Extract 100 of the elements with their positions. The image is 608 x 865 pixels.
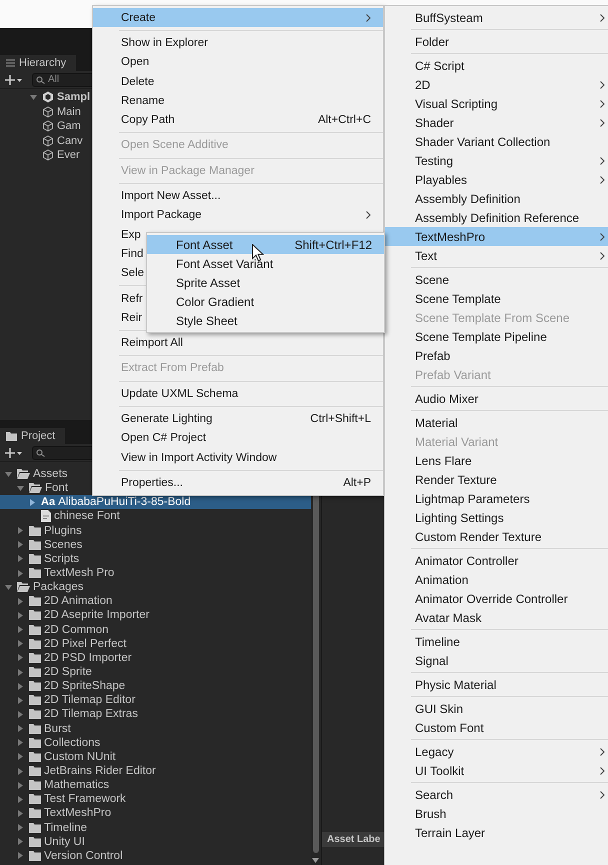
- asset-item[interactable]: Assets: [33, 468, 68, 480]
- menu-item[interactable]: Animation: [385, 570, 608, 589]
- asset-item[interactable]: 2D Aseprite Importer: [44, 609, 150, 622]
- asset-item[interactable]: Mathematics: [44, 779, 110, 792]
- collapsed-arrow-icon[interactable]: [17, 654, 24, 662]
- menu-item[interactable]: Reimport All: [93, 333, 383, 353]
- expanded-arrow-icon[interactable]: [5, 584, 12, 591]
- asset-item[interactable]: AlibabaPuHuiTi-3-85-Bold: [58, 496, 191, 508]
- collapsed-arrow-icon[interactable]: [17, 668, 24, 676]
- collapsed-arrow-icon[interactable]: [17, 541, 24, 548]
- asset-item[interactable]: Collections: [44, 736, 100, 749]
- asset-item[interactable]: Scenes: [44, 538, 82, 551]
- asset-item[interactable]: 2D PSD Importer: [44, 652, 132, 664]
- menu-item[interactable]: Properties... Alt+P: [93, 473, 383, 493]
- menu-item[interactable]: Terrain Layer: [385, 823, 608, 842]
- menu-item[interactable]: Delete: [93, 72, 383, 92]
- menu-item[interactable]: TextMeshPro: [385, 227, 608, 246]
- menu-item[interactable]: Copy Path Alt+Ctrl+C: [93, 110, 383, 130]
- menu-item[interactable]: Import New Asset...: [93, 186, 383, 206]
- menu-item[interactable]: Folder: [385, 32, 608, 51]
- menu-item[interactable]: Shader: [385, 113, 608, 132]
- menu-item[interactable]: Generate Lighting Ctrl+Shift+L: [93, 409, 383, 429]
- menu-item[interactable]: Brush: [385, 804, 608, 823]
- collapsed-arrow-icon[interactable]: [17, 796, 24, 803]
- menu-item[interactable]: Audio Mixer: [385, 389, 608, 408]
- hierarchy-item[interactable]: Canv: [57, 134, 83, 147]
- expanded-arrow-icon[interactable]: [30, 94, 37, 101]
- menu-item[interactable]: Font Asset Variant: [147, 254, 384, 273]
- menu-item[interactable]: Physic Material: [385, 675, 608, 694]
- collapsed-arrow-icon[interactable]: [17, 612, 24, 619]
- asset-item[interactable]: chinese Font: [54, 510, 120, 522]
- menu-item[interactable]: Signal: [385, 651, 608, 670]
- scroll-down-icon[interactable]: [312, 858, 319, 863]
- asset-item[interactable]: 2D Sprite: [44, 666, 92, 678]
- asset-item[interactable]: Version Control: [44, 850, 123, 862]
- menu-item[interactable]: Text: [385, 246, 608, 265]
- menu-item[interactable]: Playables: [385, 170, 608, 189]
- collapsed-arrow-icon[interactable]: [17, 824, 24, 832]
- menu-item[interactable]: Avatar Mask: [385, 608, 608, 627]
- collapsed-arrow-icon[interactable]: [17, 753, 24, 760]
- collapsed-arrow-icon[interactable]: [17, 640, 24, 648]
- menu-item[interactable]: Render Texture: [385, 470, 608, 489]
- menu-item[interactable]: Animator Controller: [385, 551, 608, 570]
- menu-item[interactable]: Create: [93, 8, 383, 28]
- menu-item[interactable]: Import Package: [93, 206, 383, 225]
- collapsed-arrow-icon[interactable]: [17, 598, 24, 605]
- menu-item[interactable]: Assembly Definition Reference: [385, 208, 608, 227]
- menu-item[interactable]: C# Script: [385, 56, 608, 75]
- asset-item[interactable]: Unity UI: [44, 836, 85, 848]
- menu-item[interactable]: Lighting Settings: [385, 508, 608, 527]
- menu-item[interactable]: Prefab: [385, 346, 608, 365]
- hierarchy-item[interactable]: Sampl: [57, 91, 90, 104]
- menu-item[interactable]: BuffSysteam: [385, 8, 608, 27]
- menu-item[interactable]: Shader Variant Collection: [385, 132, 608, 151]
- menu-item[interactable]: Update UXML Schema: [93, 384, 383, 404]
- asset-item[interactable]: 2D Common: [44, 624, 109, 636]
- collapsed-arrow-icon[interactable]: [17, 782, 24, 789]
- menu-item[interactable]: Search: [385, 785, 608, 804]
- hierarchy-tab[interactable]: Hierarchy: [0, 55, 76, 71]
- menu-item[interactable]: Visual Scripting: [385, 94, 608, 113]
- collapsed-arrow-icon[interactable]: [17, 810, 24, 817]
- asset-item[interactable]: 2D Pixel Perfect: [44, 638, 126, 650]
- menu-item[interactable]: Animator Override Controller: [385, 589, 608, 608]
- collapsed-arrow-icon[interactable]: [17, 725, 24, 732]
- asset-item[interactable]: TextMesh Pro: [44, 567, 114, 580]
- collapsed-arrow-icon[interactable]: [17, 527, 24, 534]
- collapsed-arrow-icon[interactable]: [17, 696, 24, 704]
- asset-item[interactable]: 2D Animation: [44, 595, 112, 608]
- menu-item[interactable]: Scene: [385, 270, 608, 289]
- menu-item[interactable]: Scene Template: [385, 289, 608, 308]
- menu-item[interactable]: Open: [93, 52, 383, 72]
- asset-item[interactable]: Burst: [44, 722, 71, 735]
- hierarchy-item[interactable]: Main: [57, 106, 81, 118]
- collapsed-arrow-icon[interactable]: [17, 570, 24, 577]
- hierarchy-item[interactable]: Ever: [57, 149, 80, 162]
- asset-item[interactable]: TextMeshPro: [44, 807, 112, 820]
- collapsed-arrow-icon[interactable]: [17, 710, 24, 718]
- menu-item[interactable]: Font Asset Shift+Ctrl+F12: [147, 235, 384, 254]
- menu-item[interactable]: Lens Flare: [385, 451, 608, 470]
- asset-item[interactable]: Scripts: [44, 552, 80, 565]
- collapsed-arrow-icon[interactable]: [17, 555, 24, 562]
- menu-item[interactable]: Style Sheet: [147, 311, 384, 330]
- menu-item[interactable]: Assembly Definition: [385, 189, 608, 208]
- menu-item[interactable]: Rename: [93, 91, 383, 110]
- menu-item[interactable]: Sprite Asset: [147, 273, 384, 292]
- asset-item[interactable]: 2D Tilemap Extras: [44, 708, 138, 720]
- collapsed-arrow-icon[interactable]: [17, 739, 24, 746]
- asset-item[interactable]: Packages: [33, 581, 84, 594]
- menu-item[interactable]: Open C# Project: [93, 428, 383, 448]
- expanded-arrow-icon[interactable]: [17, 484, 24, 492]
- add-dropdown-icon[interactable]: [5, 448, 22, 458]
- collapsed-arrow-icon[interactable]: [17, 626, 24, 634]
- menu-item[interactable]: 2D: [385, 75, 608, 94]
- menu-item[interactable]: Color Gradient: [147, 292, 384, 311]
- collapsed-arrow-icon[interactable]: [17, 838, 24, 846]
- asset-item[interactable]: Test Framework: [44, 793, 126, 806]
- hierarchy-item[interactable]: Gam: [57, 120, 81, 132]
- menu-item[interactable]: Legacy: [385, 742, 608, 761]
- project-tab[interactable]: Project: [0, 428, 66, 444]
- asset-item[interactable]: 2D SpriteShape: [44, 680, 126, 692]
